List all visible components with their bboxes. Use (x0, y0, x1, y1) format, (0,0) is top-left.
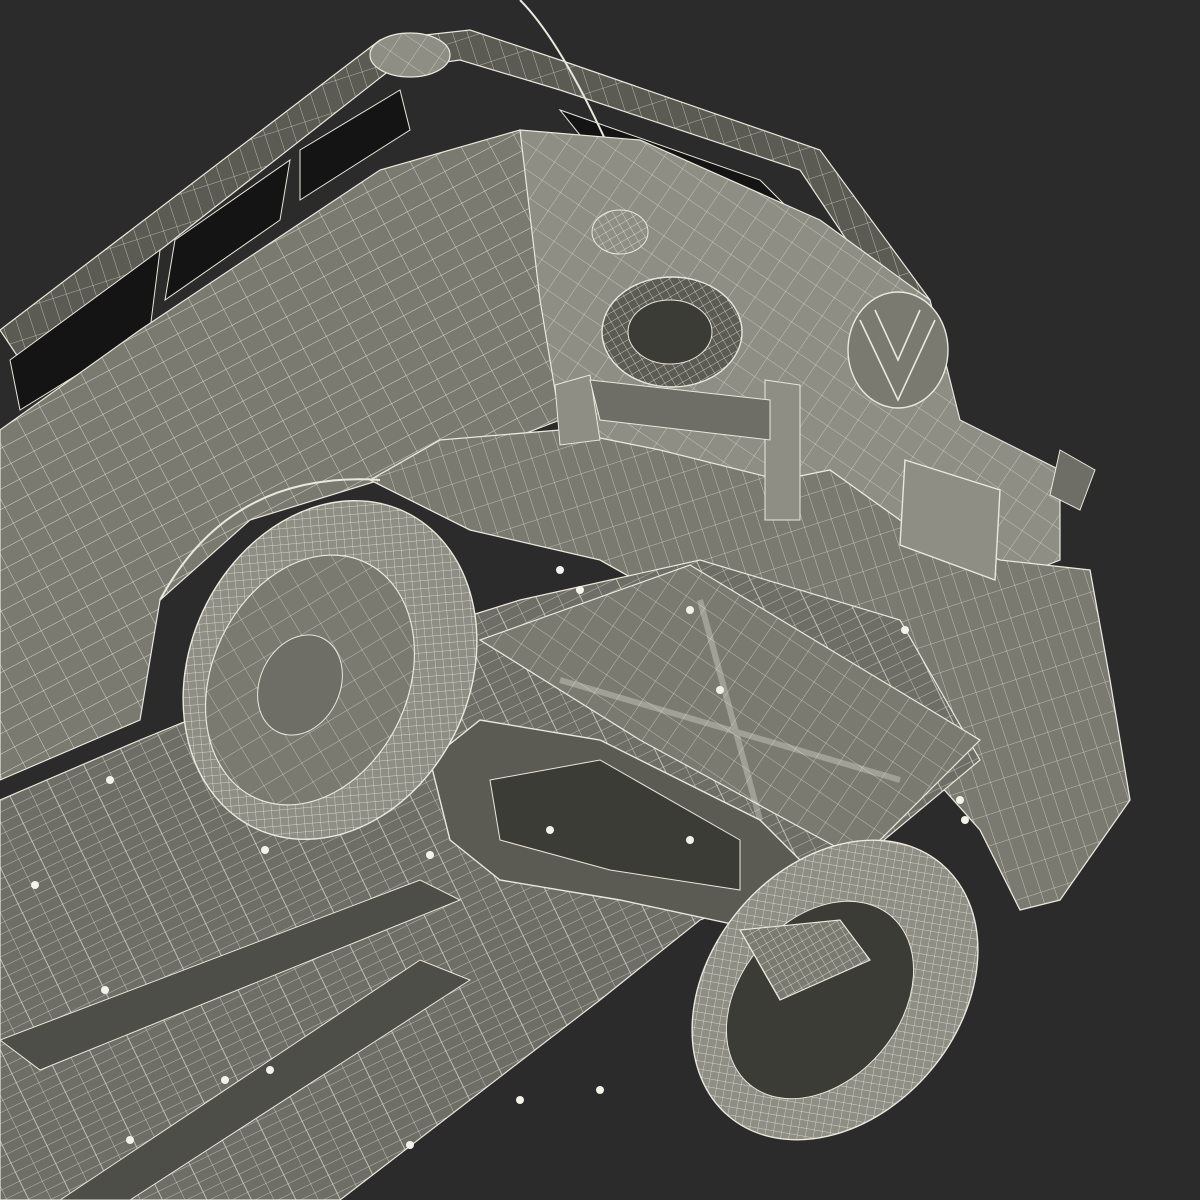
side-mirror (369, 32, 451, 78)
front-emblem (847, 291, 949, 409)
small-dome-light (591, 209, 649, 255)
headlight (601, 276, 743, 388)
wireframe-render (0, 0, 1200, 1200)
wireframe-render-viewport (0, 0, 1200, 1200)
